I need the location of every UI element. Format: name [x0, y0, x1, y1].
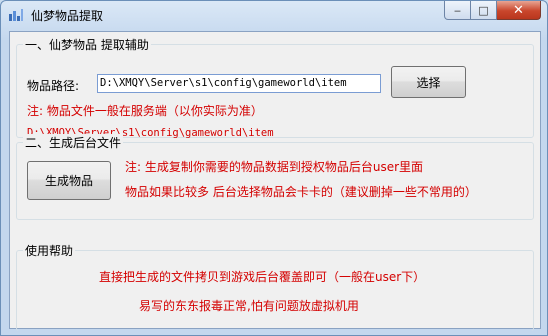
generate-button[interactable]: 生成物品 [27, 161, 111, 200]
app-icon [9, 9, 23, 21]
caption-buttons: ‒ □ ✕ [444, 1, 541, 21]
group-extract: 一、仙梦物品 提取辅助 物品路径: D:\XMQY\Server\s1\conf… [16, 36, 534, 139]
group-help: 使用帮助 直接把生成的文件拷贝到游戏后台覆盖即可（一般在user下） 易写的东东… [16, 242, 534, 331]
app-window: 仙梦物品提取 ‒ □ ✕ 一、仙梦物品 提取辅助 物品路径: D:\XMQY\S… [0, 0, 548, 336]
generate-note-line2: 物品如果比较多 后台选择物品会卡卡的（建议删掉一些不常用的） [125, 185, 477, 199]
group-help-label: 使用帮助 [23, 242, 76, 259]
select-button[interactable]: 选择 [391, 66, 466, 98]
client-area: 一、仙梦物品 提取辅助 物品路径: D:\XMQY\Server\s1\conf… [9, 31, 541, 331]
close-button[interactable]: ✕ [497, 1, 541, 20]
minimize-button[interactable]: ‒ [444, 1, 471, 20]
generate-note-line1: 注: 生成复制你需要的物品数据到授权物品后台user里面 [125, 160, 424, 174]
group-extract-label: 一、仙梦物品 提取辅助 [23, 36, 151, 53]
window-title: 仙梦物品提取 [31, 9, 104, 23]
path-label: 物品路径: [27, 79, 80, 93]
help-line2: 易写的东东报毒正常,怕有问题放虚拟机用 [139, 299, 359, 313]
path-input[interactable]: D:\XMQY\Server\s1\config\gameworld\item [97, 74, 381, 93]
maximize-button[interactable]: □ [471, 1, 497, 20]
group-generate-label: 二、生成后台文件 [23, 134, 124, 151]
title-bar[interactable]: 仙梦物品提取 ‒ □ ✕ [1, 1, 547, 29]
path-note: 注: 物品文件一般在服务端（以你实际为准） [27, 104, 263, 118]
help-line1: 直接把生成的文件拷贝到游戏后台覆盖即可（一般在user下） [99, 270, 426, 284]
group-generate: 二、生成后台文件 生成物品 注: 生成复制你需要的物品数据到授权物品后台user… [16, 134, 534, 220]
